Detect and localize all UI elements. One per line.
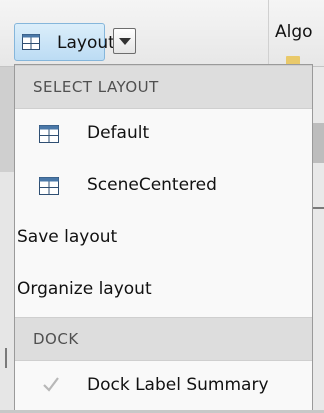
toolbar: Layout Algo [0, 0, 324, 67]
section-header-label: DOCK [33, 330, 79, 348]
menu-item-label: Dock Label Summary [87, 375, 269, 395]
layout-button[interactable]: Layout [14, 23, 115, 61]
checkmark-icon [42, 376, 60, 396]
menu-item-label: Default [87, 123, 150, 143]
background-bar [313, 123, 324, 163]
menu-item-label: Save layout [17, 227, 118, 247]
grid-layout-icon [39, 177, 59, 199]
layout-dropdown-menu: SELECT LAYOUT Default SceneCentered Save… [14, 64, 313, 410]
section-header-select-layout: SELECT LAYOUT [15, 65, 312, 109]
section-header-label: SELECT LAYOUT [33, 78, 159, 96]
background-panel-right [313, 66, 324, 410]
background-divider [5, 348, 7, 368]
menu-item-organize-layout[interactable]: Organize layout [15, 265, 312, 317]
grid-layout-icon [39, 125, 59, 147]
menu-item-layout-default[interactable]: Default [15, 109, 312, 161]
algorithm-menu-label[interactable]: Algo [275, 22, 313, 42]
section-header-dock: DOCK [15, 317, 312, 361]
background-line [313, 207, 324, 209]
menu-item-label: Organize layout [17, 279, 152, 299]
layout-button-label: Layout [57, 33, 115, 53]
toolbar-separator [268, 0, 269, 66]
layout-dropdown-button[interactable] [113, 28, 136, 54]
menu-item-dock-label-summary[interactable]: Dock Label Summary [15, 361, 312, 413]
menu-item-save-layout[interactable]: Save layout [15, 213, 312, 265]
chevron-down-icon [119, 38, 131, 45]
background-panel-left-lower [0, 172, 14, 410]
grid-layout-icon [22, 34, 40, 54]
menu-item-label: SceneCentered [87, 175, 217, 195]
menu-item-layout-scenecentered[interactable]: SceneCentered [15, 161, 312, 213]
